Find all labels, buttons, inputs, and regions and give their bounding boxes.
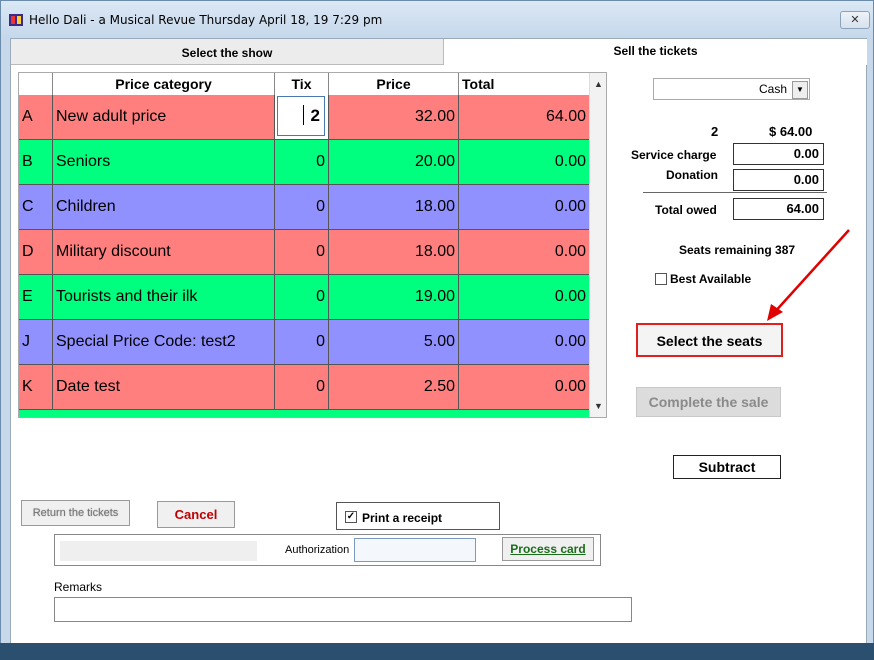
header-price: Price [329, 73, 459, 95]
annotation-arrow-icon [767, 229, 850, 321]
cell-category: Seniors [53, 140, 275, 184]
price-grid: Price category Tix Price Total A New adul… [18, 72, 607, 418]
print-receipt-checkbox[interactable]: ✓ [345, 511, 357, 523]
close-icon: ✕ [850, 14, 860, 26]
table-row[interactable]: A New adult price 2 32.00 64.00 [19, 95, 589, 140]
cell-category: Date test [53, 365, 275, 409]
complete-sale-button[interactable]: Complete the sale [636, 387, 781, 417]
grid-scrollbar[interactable]: ▲ ▼ [589, 73, 606, 417]
close-button[interactable]: ✕ [840, 11, 870, 29]
cell-code: A [19, 95, 53, 139]
total-owed-field: 64.00 [733, 198, 824, 220]
cell-price: 18.00 [329, 230, 459, 274]
cell-category: Special Price Code: test2 [53, 320, 275, 364]
best-available-label: Best Available [670, 272, 752, 286]
cell-total: 0.00 [554, 378, 586, 395]
grid-header: Price category Tix Price Total [19, 73, 589, 96]
authorization-input[interactable] [354, 538, 476, 562]
cell-code: D [19, 230, 53, 274]
client-area: Select the show Sell the tickets Price c… [10, 38, 867, 644]
table-row[interactable]: E Tourists and their ilk 0 19.00 0.00 [19, 275, 589, 320]
table-row[interactable]: K Date test 0 2.50 0.00 [19, 365, 589, 410]
process-card-button[interactable]: Process card [502, 537, 594, 561]
cell-price: 19.00 [329, 275, 459, 319]
table-row[interactable]: B Seniors 0 20.00 0.00 [19, 140, 589, 185]
cell-code: E [19, 275, 53, 319]
service-charge-label: Service charge [631, 148, 717, 162]
text-caret [303, 105, 304, 125]
cell-category: Tourists and their ilk [53, 275, 275, 319]
header-code [19, 73, 53, 95]
authorization-label: Authorization [285, 544, 350, 556]
tab-sell-tickets[interactable]: Sell the tickets [444, 39, 867, 65]
return-tickets-button[interactable]: Return the tickets [21, 500, 130, 526]
tab-select-show[interactable]: Select the show [11, 39, 444, 65]
cell-total: 64.00 [545, 108, 586, 125]
cell-total: 0.00 [554, 153, 586, 170]
window-title: Hello Dali - a Musical Revue Thursday Ap… [29, 13, 383, 27]
cell-total: 0.00 [554, 243, 586, 260]
table-row-partial [19, 410, 589, 417]
title-bar: Hello Dali - a Musical Revue Thursday Ap… [1, 1, 873, 37]
cell-code: B [19, 140, 53, 184]
cell-total: 0.00 [554, 333, 586, 350]
remarks-label: Remarks [54, 580, 103, 594]
cell-category: New adult price [53, 95, 275, 139]
cancel-button[interactable]: Cancel [157, 501, 235, 528]
table-row[interactable]: C Children 0 18.00 0.00 [19, 185, 589, 230]
app-icon [9, 14, 23, 26]
cell-category: Military discount [53, 230, 275, 274]
header-tix: Tix [275, 73, 329, 95]
tix-input[interactable]: 2 [277, 96, 325, 136]
donation-field[interactable]: 0.00 [733, 169, 824, 191]
scroll-up-icon[interactable]: ▲ [590, 76, 606, 93]
cell-tix[interactable]: 0 [275, 230, 329, 274]
cell-total: 0.00 [554, 198, 586, 215]
select-seats-button[interactable]: Select the seats [636, 323, 783, 357]
print-receipt-label: Print a receipt [362, 511, 443, 525]
cell-price: 5.00 [329, 320, 459, 364]
payment-method-select[interactable]: Cash [653, 78, 810, 100]
subtotal-amount: $ 64.00 [769, 124, 813, 139]
cell-tix[interactable]: 0 [275, 365, 329, 409]
total-owed-label: Total owed [655, 203, 717, 217]
cell-code: K [19, 365, 53, 409]
cell-category: Children [53, 185, 275, 229]
subtract-button[interactable]: Subtract [673, 455, 781, 479]
cell-code: C [19, 185, 53, 229]
payment-method-value: Cash [758, 82, 787, 96]
cell-tix[interactable]: 0 [275, 320, 329, 364]
tix-count: 2 [711, 124, 719, 139]
cell-price: 20.00 [329, 140, 459, 184]
chevron-down-icon[interactable]: ▼ [792, 81, 808, 99]
divider [643, 192, 827, 193]
header-price-category: Price category [53, 73, 275, 95]
cell-price: 18.00 [329, 185, 459, 229]
cell-tix[interactable]: 0 [275, 140, 329, 184]
cell-code: J [19, 320, 53, 364]
process-card-label: Process card [510, 542, 586, 556]
scroll-down-icon[interactable]: ▼ [590, 398, 606, 415]
table-row[interactable]: J Special Price Code: test2 0 5.00 0.00 [19, 320, 589, 365]
cell-tix[interactable]: 0 [275, 275, 329, 319]
card-reader-status [60, 541, 257, 561]
service-charge-field[interactable]: 0.00 [733, 143, 824, 165]
donation-label: Donation [666, 168, 718, 182]
remarks-input[interactable] [54, 597, 632, 622]
table-row[interactable]: D Military discount 0 18.00 0.00 [19, 230, 589, 275]
main-window: Hello Dali - a Musical Revue Thursday Ap… [0, 0, 874, 655]
cell-price: 2.50 [329, 365, 459, 409]
cell-tix[interactable]: 2 [275, 95, 329, 139]
header-total: Total [462, 76, 495, 92]
cell-tix[interactable]: 0 [275, 185, 329, 229]
best-available-checkbox[interactable] [655, 273, 667, 285]
taskbar-strip [0, 643, 874, 660]
cell-price: 32.00 [329, 95, 459, 139]
cell-total: 0.00 [554, 288, 586, 305]
